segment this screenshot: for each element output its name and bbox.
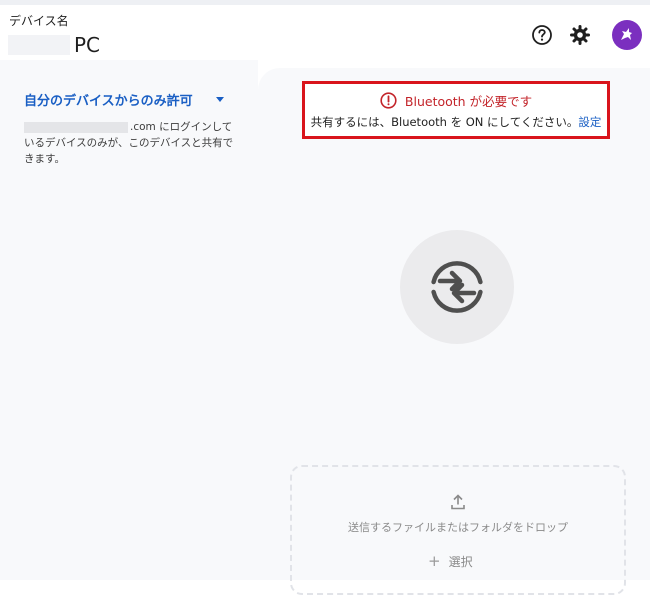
plus-icon: + (428, 552, 441, 570)
alert-title: Bluetooth が必要です (404, 94, 533, 109)
bluetooth-alert: Bluetooth が必要です 共有するには、Bluetooth を ON にし… (302, 81, 610, 139)
visibility-label: 自分のデバイスからのみ許可 (24, 94, 193, 109)
device-name-row: PC (8, 33, 100, 57)
alert-message: 共有するには、Bluetooth を ON にしてください。 (310, 115, 579, 129)
upload-icon (451, 494, 465, 514)
help-icon[interactable] (530, 23, 554, 47)
alert-icon (380, 92, 397, 109)
visibility-desc-domain: .com (130, 121, 156, 133)
device-name: PC (74, 33, 101, 57)
chevron-down-icon (216, 97, 224, 102)
alert-title-row: Bluetooth が必要です (305, 91, 607, 110)
sync-arrows-icon (431, 261, 483, 313)
avatar[interactable] (612, 20, 642, 50)
select-files-button[interactable]: + 選択 (428, 552, 473, 570)
redacted-account (24, 121, 128, 133)
alert-description: 共有するには、Bluetooth を ON にしてください。設定 (305, 114, 607, 130)
unicorn-avatar-icon (621, 28, 632, 40)
file-dropzone[interactable]: 送信するファイルまたはフォルダをドロップ + 選択 (290, 465, 626, 595)
select-label: 選択 (448, 554, 473, 569)
header-actions (530, 20, 642, 50)
top-border (0, 0, 650, 5)
visibility-dropdown[interactable]: 自分のデバイスからのみ許可 (24, 90, 224, 109)
gear-icon[interactable] (568, 23, 592, 47)
device-name-caption: デバイス名 (9, 14, 69, 28)
settings-link[interactable]: 設定 (578, 115, 601, 129)
sidebar: 自分のデバイスからのみ許可 .com にログインしているデバイスのみが、このデバ… (0, 60, 258, 580)
share-status-circle (400, 230, 514, 344)
dropzone-text: 送信するファイルまたはフォルダをドロップ (348, 521, 568, 534)
visibility-description: .com にログインしているデバイスのみが、このデバイスと共有できます。 (24, 119, 234, 167)
redacted-device-prefix (8, 35, 70, 55)
